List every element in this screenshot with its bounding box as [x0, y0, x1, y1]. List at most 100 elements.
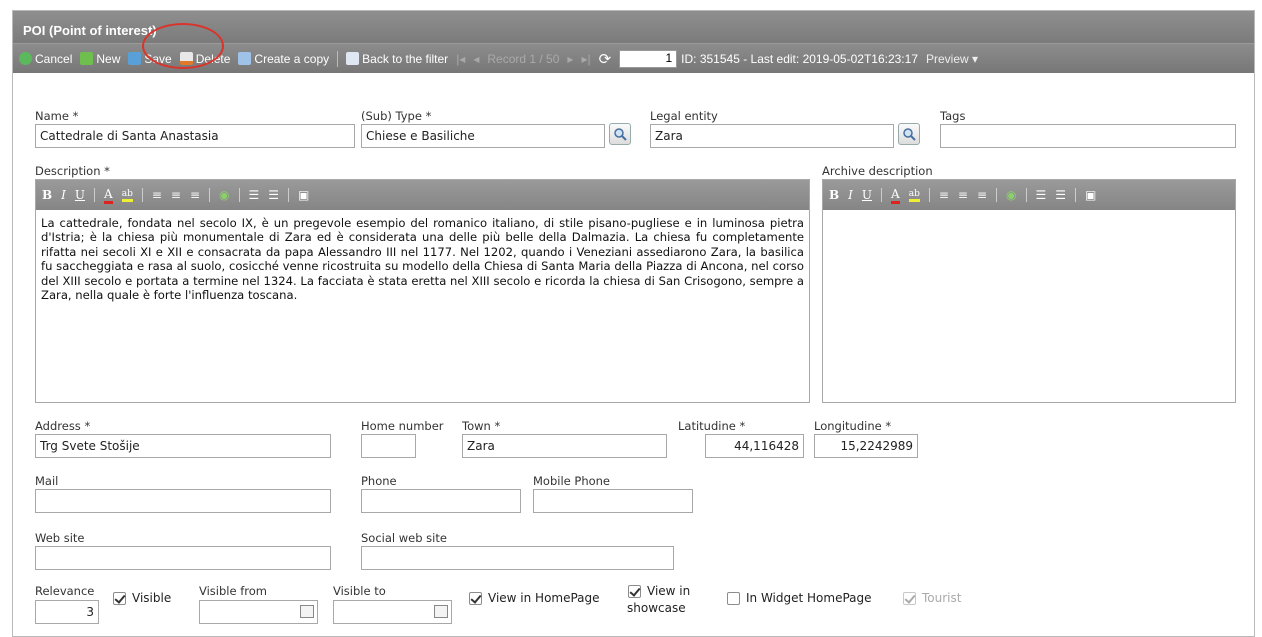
subtype-search-button[interactable]: [609, 123, 631, 145]
preview-dropdown[interactable]: Preview ▾: [926, 52, 978, 66]
italic-button[interactable]: I: [61, 188, 66, 202]
legal-entity-input[interactable]: Zara: [650, 124, 894, 148]
italic-button[interactable]: I: [848, 188, 853, 202]
source-edit-icon[interactable]: ▣: [298, 188, 309, 202]
last-record-button[interactable]: ▸|: [581, 52, 590, 66]
first-record-button[interactable]: |◂: [456, 52, 465, 66]
social-website-input[interactable]: [361, 546, 674, 570]
bold-button[interactable]: B: [42, 188, 52, 202]
description-label: Description *: [35, 164, 110, 178]
toolbar-separator: [337, 50, 339, 67]
relevance-label: Relevance: [35, 584, 95, 598]
tags-label: Tags: [940, 109, 966, 123]
refresh-button[interactable]: ⟳: [599, 50, 612, 68]
new-document-icon: [80, 52, 94, 65]
social-website-label: Social web site: [361, 531, 447, 545]
link-icon[interactable]: ◉: [219, 188, 229, 202]
link-icon[interactable]: ◉: [1006, 188, 1016, 202]
phone-label: Phone: [361, 474, 397, 488]
cancel-icon: [19, 52, 32, 65]
home-number-input[interactable]: [361, 434, 416, 458]
phone-input[interactable]: [361, 489, 521, 513]
new-label: New: [96, 51, 121, 66]
mail-input[interactable]: [35, 489, 331, 513]
longitude-label: Longitudine *: [814, 419, 892, 433]
mobile-phone-input[interactable]: [533, 489, 693, 513]
checkbox-check-icon: [903, 591, 916, 605]
calendar-icon[interactable]: [434, 605, 448, 618]
archive-description-editor[interactable]: B I U A ab ≡ ≡ ≡ ◉ ☰ ☰ ▣: [822, 179, 1236, 403]
save-icon: [128, 52, 142, 65]
record-counter: Record 1 / 50: [487, 51, 560, 66]
window-title: POI (Point of interest): [13, 11, 1254, 43]
source-edit-icon[interactable]: ▣: [1085, 188, 1096, 202]
visible-label: Visible: [132, 591, 172, 605]
tourist-checkbox[interactable]: Tourist: [903, 591, 961, 605]
back-to-filter-label: Back to the filter: [362, 51, 449, 66]
align-right-icon[interactable]: ≡: [190, 188, 200, 202]
view-in-showcase-label-line1: View in: [647, 584, 691, 598]
description-editor-toolbar: B I U A ab ≡ ≡ ≡ ◉ ☰ ☰ ▣: [36, 180, 809, 210]
tags-input[interactable]: [940, 124, 1236, 148]
save-button[interactable]: Save: [128, 51, 172, 66]
latitude-input[interactable]: 44,116428: [705, 434, 804, 458]
town-input[interactable]: Zara: [462, 434, 667, 458]
archive-description-text[interactable]: [823, 210, 1235, 222]
description-text[interactable]: La cattedrale, fondata nel secolo IX, è …: [36, 210, 809, 308]
view-in-homepage-label: View in HomePage: [488, 591, 600, 605]
search-icon: [614, 128, 627, 141]
legal-entity-label: Legal entity: [650, 109, 718, 123]
bulleted-list-icon[interactable]: ☰: [268, 188, 279, 202]
previous-record-button[interactable]: ◂: [473, 52, 479, 66]
town-label: Town *: [462, 419, 501, 433]
align-left-icon[interactable]: ≡: [152, 188, 162, 202]
bold-button[interactable]: B: [829, 188, 839, 202]
subtype-label: (Sub) Type *: [361, 109, 432, 123]
delete-icon: [179, 52, 193, 65]
description-editor[interactable]: B I U A ab ≡ ≡ ≡ ◉ ☰ ☰ ▣ La cattedrale, …: [35, 179, 810, 403]
underline-button[interactable]: U: [75, 188, 85, 202]
underline-button[interactable]: U: [862, 188, 872, 202]
visible-checkbox[interactable]: Visible: [113, 591, 171, 605]
legal-entity-search-button[interactable]: [898, 123, 920, 145]
calendar-icon[interactable]: [300, 605, 314, 618]
name-input[interactable]: Cattedrale di Santa Anastasia: [35, 124, 355, 148]
relevance-input[interactable]: 3: [35, 600, 99, 624]
view-in-showcase-checkbox[interactable]: View in showcase: [627, 583, 691, 617]
record-number-input[interactable]: 1: [619, 49, 678, 68]
visible-to-label: Visible to: [333, 584, 386, 598]
font-color-button[interactable]: A: [104, 187, 113, 204]
cancel-button[interactable]: Cancel: [19, 52, 72, 66]
font-color-button[interactable]: A: [891, 187, 900, 204]
numbered-list-icon[interactable]: ☰: [1036, 188, 1047, 202]
highlight-button[interactable]: ab: [908, 189, 920, 202]
search-icon: [903, 128, 916, 141]
align-right-icon[interactable]: ≡: [977, 188, 987, 202]
view-in-homepage-checkbox[interactable]: View in HomePage: [469, 591, 600, 605]
address-label: Address *: [35, 419, 91, 433]
align-center-icon[interactable]: ≡: [958, 188, 968, 202]
copy-icon: [238, 52, 252, 65]
create-copy-button[interactable]: Create a copy: [238, 52, 329, 66]
longitude-input[interactable]: 15,2242989: [814, 434, 918, 458]
address-input[interactable]: Trg Svete Stošije: [35, 434, 331, 458]
subtype-input[interactable]: Chiese e Basiliche: [361, 124, 605, 148]
cancel-label: Cancel: [35, 51, 73, 66]
in-widget-homepage-checkbox[interactable]: In Widget HomePage: [727, 591, 872, 605]
create-copy-label: Create a copy: [254, 51, 330, 66]
mobile-phone-label: Mobile Phone: [533, 474, 611, 488]
checkbox-check-icon: [469, 591, 482, 605]
back-to-filter-button[interactable]: Back to the filter: [346, 52, 448, 66]
website-input[interactable]: [35, 546, 331, 570]
delete-button[interactable]: Delete: [179, 52, 230, 66]
mail-label: Mail: [35, 474, 59, 488]
next-record-button[interactable]: ▸: [567, 52, 573, 66]
align-left-icon[interactable]: ≡: [939, 188, 949, 202]
archive-description-label: Archive description: [822, 164, 933, 178]
new-button[interactable]: New: [80, 52, 120, 66]
save-label: Save: [144, 51, 172, 66]
bulleted-list-icon[interactable]: ☰: [1055, 188, 1066, 202]
highlight-button[interactable]: ab: [121, 189, 133, 202]
numbered-list-icon[interactable]: ☰: [249, 188, 260, 202]
align-center-icon[interactable]: ≡: [171, 188, 181, 202]
